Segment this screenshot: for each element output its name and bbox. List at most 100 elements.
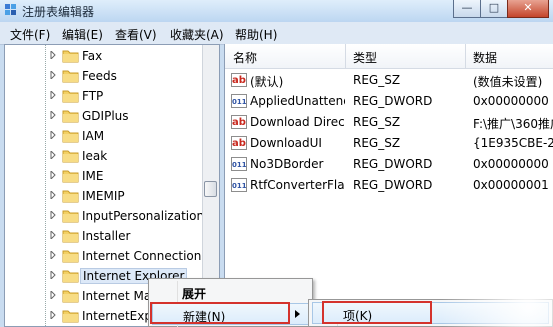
expand-arrow-icon[interactable] [50,231,56,239]
folder-icon [62,230,79,243]
menu-file[interactable]: 文件(F) [10,26,50,43]
value-row[interactable]: 011 No3DBorder REG_DWORD 0x00000000 [225,154,553,175]
folder-icon [62,70,79,83]
expand-arrow-icon[interactable] [50,151,56,159]
value-name: No3DBorder [250,157,324,171]
value-data: 0x00000000 [473,157,549,171]
folder-icon [62,50,79,63]
folder-icon [62,170,79,183]
string-value-icon: ab [231,115,247,129]
value-type: REG_SZ [353,136,401,150]
menu-edit[interactable]: 编辑(E) [62,26,103,43]
scrollbar-thumb[interactable] [204,181,217,197]
value-data: (数值未设置) [473,75,543,89]
value-name: AppliedUnattendSettings [250,94,345,108]
value-data: 0x00000001 [473,178,549,192]
maximize-button[interactable]: □ [480,0,508,18]
tree-item[interactable]: IMEMIP [5,187,201,207]
menu-item-expand[interactable]: 展开 [152,281,309,303]
list-header: 名称 类型 数据 [225,44,553,69]
binary-value-icon: 011 [231,178,247,192]
expand-arrow-icon[interactable] [50,291,56,299]
column-type[interactable]: 类型 [353,49,377,66]
tree-item[interactable]: Feeds [5,67,201,87]
value-data: 0x00000000 [473,94,549,108]
tree-item-label: Fax [82,49,103,63]
column-data[interactable]: 数据 [473,49,497,66]
tree-item[interactable]: Ieak [5,147,201,167]
folder-icon [62,270,79,283]
tree-item-label: Feeds [82,69,117,83]
column-name[interactable]: 名称 [233,49,257,66]
expand-arrow-icon[interactable] [50,171,56,179]
value-type: REG_DWORD [353,94,433,108]
expand-arrow-icon[interactable] [50,271,56,279]
window-title: 注册表编辑器 [22,5,95,19]
value-row[interactable]: 011AppliedUnattendSettings REG_DWORD 0x000… [225,91,553,112]
tree-item-label: Internet Connection Wizard [82,249,219,263]
highlight-box [150,302,290,324]
expand-arrow-icon[interactable] [50,311,56,319]
folder-icon [62,310,79,323]
value-type: REG_DWORD [353,157,433,171]
expand-arrow-icon[interactable] [50,211,56,219]
folder-icon [62,250,79,263]
value-type: REG_SZ [353,115,401,129]
tree-item[interactable]: Fax [5,47,201,67]
tree-item-label: GDIPlus [82,109,129,123]
binary-value-icon: 011 [231,157,247,171]
menu-item-label: 展开 [182,287,207,301]
tree-item-label: Installer [82,229,131,243]
value-name: RtfConverterFlags [250,178,345,192]
expand-arrow-icon[interactable] [50,131,56,139]
title-bar: 注册表编辑器 — □ ✕ [0,0,553,22]
folder-icon [62,190,79,203]
folder-icon [62,210,79,223]
menu-help[interactable]: 帮助(H) [235,26,277,43]
expand-arrow-icon[interactable] [50,51,56,59]
expand-arrow-icon[interactable] [50,111,56,119]
value-name: (默认) [250,75,284,89]
column-divider[interactable] [465,44,466,68]
value-row[interactable]: ab DownloadUI REG_SZ {1E935CBE-2 [225,133,553,154]
value-type: REG_DWORD [353,178,433,192]
expand-arrow-icon[interactable] [50,251,56,259]
value-type: REG_SZ [353,73,401,87]
tree-item[interactable]: IAM [5,127,201,147]
folder-icon [62,110,79,123]
tree-item[interactable]: IME [5,167,201,187]
binary-value-icon: 011 [231,94,247,108]
registry-editor-icon [5,4,16,15]
expand-arrow-icon[interactable] [50,191,56,199]
tree-item[interactable]: InputPersonalization [5,207,205,227]
tree-item-label: Ieak [82,149,108,163]
string-value-icon: ab [231,136,247,150]
submenu-arrow-icon [295,310,300,318]
expand-arrow-icon[interactable] [50,71,56,79]
tree-item-label: InputPersonalization [82,209,205,223]
value-row[interactable]: abDownload Directory REG_SZ F:\推广\360推广 [225,112,553,133]
tree-item[interactable]: GDIPlus [5,107,201,127]
tree-item[interactable]: Internet Connection Wizard [5,247,219,267]
tree-item[interactable]: FTP [5,87,201,107]
menu-favorites[interactable]: 收藏夹(A) [170,26,224,43]
tree-item-label: IME [82,169,104,183]
tree-item[interactable]: Installer [5,227,201,247]
value-row[interactable]: ab (默认) REG_SZ (数值未设置) [225,70,553,91]
value-name: Download Directory [250,115,345,129]
value-data: {1E935CBE-2 [473,136,553,150]
string-value-icon: ab [231,73,247,87]
column-divider[interactable] [345,44,346,68]
tree-item-label: IMEMIP [82,189,125,203]
value-row[interactable]: 011RtfConverterFlags REG_DWORD 0x00000001 [225,175,553,196]
minimize-button[interactable]: — [453,0,481,18]
menu-bar: 文件(F) 编辑(E) 查看(V) 收藏夹(A) 帮助(H) [0,22,553,45]
folder-icon [62,130,79,143]
folder-icon [62,290,79,303]
value-name: DownloadUI [250,136,322,150]
expand-arrow-icon[interactable] [50,91,56,99]
tree-item-label: IAM [82,129,105,143]
highlight-box [322,301,432,324]
close-button[interactable]: ✕ [507,0,549,18]
menu-view[interactable]: 查看(V) [115,26,157,43]
